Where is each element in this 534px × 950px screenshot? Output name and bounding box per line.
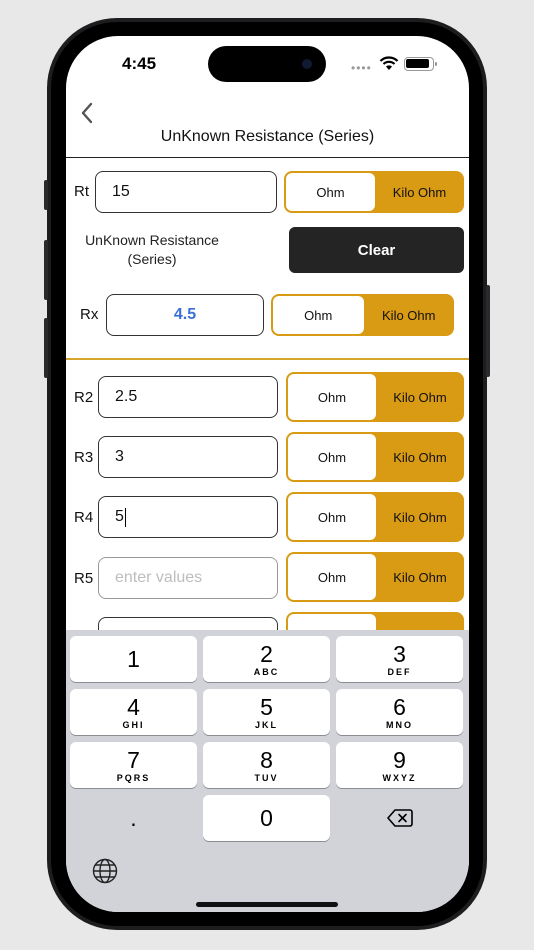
r2-label: R2 (74, 389, 94, 406)
back-chevron-icon[interactable] (76, 98, 100, 128)
section-divider (66, 358, 469, 360)
r3-ohm-option[interactable]: Ohm (288, 434, 376, 480)
key-delete[interactable] (336, 795, 463, 841)
r5-kilo-ohm-option[interactable]: Kilo Ohm (376, 552, 464, 602)
key-9[interactable]: 9 WXYZ (336, 742, 463, 788)
r2-ohm-option[interactable]: Ohm (288, 374, 376, 420)
front-camera (302, 59, 312, 69)
r4-input-value: 5 (115, 508, 124, 525)
rt-unit-selector[interactable]: Ohm Kilo Ohm (284, 171, 464, 213)
page-title: UnKnown Resistance (Series) (160, 128, 375, 145)
numeric-keypad: 1 2 ABC 3 DEF 4 GHI 5 JKL 6 MNO 7 PQRS 8 TUV 9W… (66, 630, 469, 912)
r3-input[interactable]: 3 (98, 436, 278, 478)
dynamic-island (208, 46, 326, 82)
backspace-icon (386, 809, 413, 827)
r3-kilo-ohm-option[interactable]: Kilo Ohm (376, 432, 464, 482)
rx-result-field: 4.5 (106, 294, 264, 336)
clear-button[interactable]: Clear (289, 227, 464, 273)
key-6[interactable]: 6 MNO (336, 689, 463, 735)
r2-input[interactable]: 2.5 (98, 376, 278, 418)
screen: 4:45 •••• UnKnown Resistance (Series) Rt… (66, 36, 469, 912)
rt-kilo-ohm-option[interactable]: Kilo Ohm (375, 171, 464, 213)
key-3[interactable]: 3 DEF (336, 636, 463, 682)
r5-ohm-option[interactable]: Ohm (288, 554, 376, 600)
volume-up-button (44, 240, 48, 300)
key-1[interactable]: 1 (70, 636, 197, 682)
status-time: 4:45 (122, 54, 157, 73)
r4-input[interactable]: 5 (98, 496, 278, 538)
calculation-description: UnKnown Resistance (Series) (85, 232, 219, 267)
rt-ohm-option[interactable]: Ohm (286, 173, 375, 211)
r2-unit-selector[interactable]: Ohm Kilo Ohm (286, 372, 464, 422)
power-button (486, 285, 490, 377)
r4-kilo-ohm-option[interactable]: Kilo Ohm (376, 492, 464, 542)
key-0[interactable]: 0 (203, 795, 330, 841)
key-7[interactable]: 7 PQRS (70, 742, 197, 788)
r5-label: R5 (74, 570, 94, 587)
rt-label: Rt (74, 183, 89, 200)
r4-label: R4 (74, 509, 94, 526)
r4-ohm-option[interactable]: Ohm (288, 494, 376, 540)
r2-kilo-ohm-option[interactable]: Kilo Ohm (376, 372, 464, 422)
cellular-signal-icon: •••• (351, 61, 372, 75)
rx-unit-selector[interactable]: Ohm Kilo Ohm (271, 294, 454, 336)
r5-unit-selector[interactable]: Ohm Kilo Ohm (286, 552, 464, 602)
status-bar: 4:45 •••• (66, 36, 469, 96)
rx-kilo-ohm-option[interactable]: Kilo Ohm (364, 294, 455, 336)
r5-input[interactable]: enter values (98, 557, 278, 599)
r3-label: R3 (74, 449, 94, 466)
r4-unit-selector[interactable]: Ohm Kilo Ohm (286, 492, 464, 542)
home-indicator (196, 902, 338, 907)
rx-label: Rx (80, 306, 99, 323)
key-5[interactable]: 5 JKL (203, 689, 330, 735)
key-8[interactable]: 8 TUV (203, 742, 330, 788)
r3-unit-selector[interactable]: Ohm Kilo Ohm (286, 432, 464, 482)
wifi-icon (379, 56, 399, 70)
mute-switch (44, 180, 48, 210)
key-2[interactable]: 2 ABC (203, 636, 330, 682)
globe-icon[interactable] (92, 858, 118, 884)
volume-down-button (44, 318, 48, 378)
rx-ohm-option[interactable]: Ohm (273, 296, 364, 334)
text-caret (124, 507, 127, 527)
key-4[interactable]: 4 GHI (70, 689, 197, 735)
navigation-bar: UnKnown Resistance (Series) (66, 92, 469, 158)
battery-icon (404, 57, 437, 71)
key-decimal[interactable]: . (70, 795, 197, 841)
rt-input[interactable]: 15 (95, 171, 277, 213)
